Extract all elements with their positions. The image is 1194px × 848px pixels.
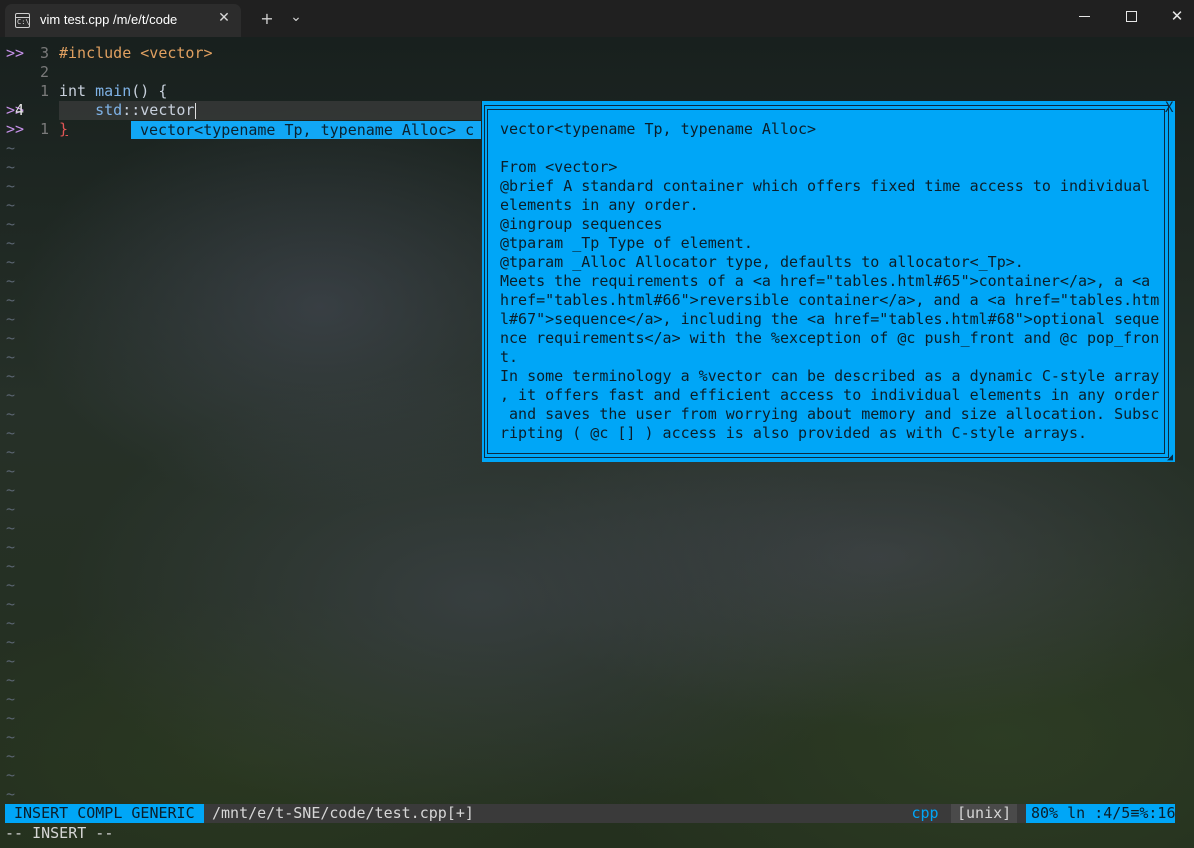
tilde-marker: ~ [6, 139, 16, 157]
tilde-marker: ~ [6, 158, 16, 176]
tilde-marker: ~ [6, 538, 16, 556]
preview-line: @ingroup sequences [500, 215, 663, 233]
text-cursor [195, 103, 196, 119]
tilde-marker: ~ [6, 671, 16, 689]
sign-marker: >> [6, 120, 25, 138]
tilde-marker: ~ [6, 481, 16, 499]
code-line: std::vector [95, 101, 195, 119]
line-number: 3 [39, 44, 49, 62]
preview-line: , it offers fast and efficient access to… [500, 386, 1160, 404]
tilde-marker: ~ [6, 253, 16, 271]
preview-line: elements in any order. [500, 196, 699, 214]
chevron-down-icon[interactable]: ⌄ [286, 7, 306, 27]
tilde-marker: ~ [6, 652, 16, 670]
sign-marker: >> [6, 44, 25, 62]
tilde-marker: ~ [6, 329, 16, 347]
tilde-marker: ~ [6, 310, 16, 328]
window-close-button[interactable]: ✕ [1154, 0, 1194, 32]
preview-line: href="tables.html#66">reversible contain… [500, 291, 1160, 309]
tilde-marker: ~ [6, 785, 16, 803]
fileformat-indicator: [unix] [951, 804, 1018, 823]
filetype-indicator: cpp [903, 804, 947, 823]
maximize-icon [1126, 11, 1137, 22]
preview-line: ripting ( @c [] ) access is also provide… [500, 424, 1087, 442]
tilde-marker: ~ [6, 234, 16, 252]
terminal-icon: C:\ [15, 13, 30, 28]
tilde-marker: ~ [6, 424, 16, 442]
preview-line: @tparam _Tp Type of element. [500, 234, 753, 252]
tilde-marker: ~ [6, 272, 16, 290]
line-number: 4 [14, 101, 24, 119]
tilde-marker: ~ [6, 367, 16, 385]
tilde-marker: ~ [6, 709, 16, 727]
tilde-marker: ~ [6, 519, 16, 537]
tab-title: vim test.cpp /m/e/t/code [40, 12, 178, 27]
preview-line: @tparam _Alloc Allocator type, defaults … [500, 253, 1024, 271]
line-number: 1 [39, 120, 49, 138]
tilde-marker: ~ [6, 177, 16, 195]
resize-handle-icon[interactable]: ◢ [1167, 453, 1175, 463]
preview-line: In some terminology a %vector can be des… [500, 367, 1160, 385]
tilde-marker: ~ [6, 405, 16, 423]
tilde-marker: ~ [6, 557, 16, 575]
tilde-marker: ~ [6, 348, 16, 366]
code-line: #include <vector> [59, 44, 213, 62]
tilde-marker: ~ [6, 291, 16, 309]
tilde-marker: ~ [6, 443, 16, 461]
command-line[interactable]: -- INSERT -- [5, 824, 113, 843]
tilde-marker: ~ [6, 747, 16, 765]
tilde-marker: ~ [6, 576, 16, 594]
preview-line: t. [500, 348, 519, 366]
line-number: 1 [39, 82, 49, 100]
preview-line [500, 139, 1160, 158]
tilde-marker: ~ [6, 633, 16, 651]
preview-line: l#67">sequence</a>, including the <a hre… [500, 310, 1160, 328]
minimize-button[interactable] [1062, 0, 1108, 32]
tilde-marker: ~ [6, 595, 16, 613]
tilde-marker: ~ [6, 728, 16, 746]
preview-line: vector<typename Tp, typename Alloc> [500, 120, 817, 138]
preview-popup: X ◢ vector<typename Tp, typename Alloc> … [482, 101, 1175, 463]
minimize-icon [1079, 16, 1090, 17]
preview-line: @brief A standard container which offers… [500, 177, 1151, 195]
preview-line: From <vector> [500, 158, 618, 176]
code-line: int main() { [59, 82, 168, 100]
tilde-marker: ~ [6, 196, 16, 214]
tilde-marker: ~ [6, 766, 16, 784]
preview-line: Meets the requirements of a <a href="tab… [500, 272, 1151, 290]
tilde-marker: ~ [6, 215, 16, 233]
terminal-area[interactable]: >> 3 #include <vector> 2 1 int main() { … [0, 37, 1194, 848]
maximize-button[interactable] [1108, 0, 1154, 32]
line-number: 2 [39, 63, 49, 81]
tilde-marker: ~ [6, 614, 16, 632]
preview-text: vector<typename Tp, typename Alloc> From… [500, 120, 1160, 443]
completion-menu-item[interactable]: vector<typename Tp, typename Alloc> c [131, 121, 481, 139]
preview-line: and saves the user from worrying about m… [500, 405, 1160, 423]
tab-terminal[interactable]: C:\ vim test.cpp /m/e/t/code ✕ [5, 4, 241, 37]
tilde-marker: ~ [6, 462, 16, 480]
preview-line: nce requirements</a> with the %exception… [500, 329, 1160, 347]
cursor-position: 80% ln :4/5≡%:16 [1026, 804, 1176, 823]
close-tab-icon[interactable]: ✕ [216, 10, 232, 26]
new-tab-button[interactable]: + [257, 9, 277, 29]
tilde-marker: ~ [6, 500, 16, 518]
mode-indicator: INSERT COMPL GENERIC [5, 804, 204, 823]
title-bar: C:\ vim test.cpp /m/e/t/code ✕ + ⌄ ✕ [0, 0, 1194, 37]
tilde-marker: ~ [6, 690, 16, 708]
file-path: /mnt/e/t-SNE/code/test.cpp[+] [212, 804, 474, 822]
tilde-marker: ~ [6, 386, 16, 404]
close-icon[interactable]: X [1165, 101, 1175, 115]
code-line: } [59, 120, 69, 138]
status-line: INSERT COMPL GENERIC /mnt/e/t-SNE/code/t… [5, 804, 1176, 823]
